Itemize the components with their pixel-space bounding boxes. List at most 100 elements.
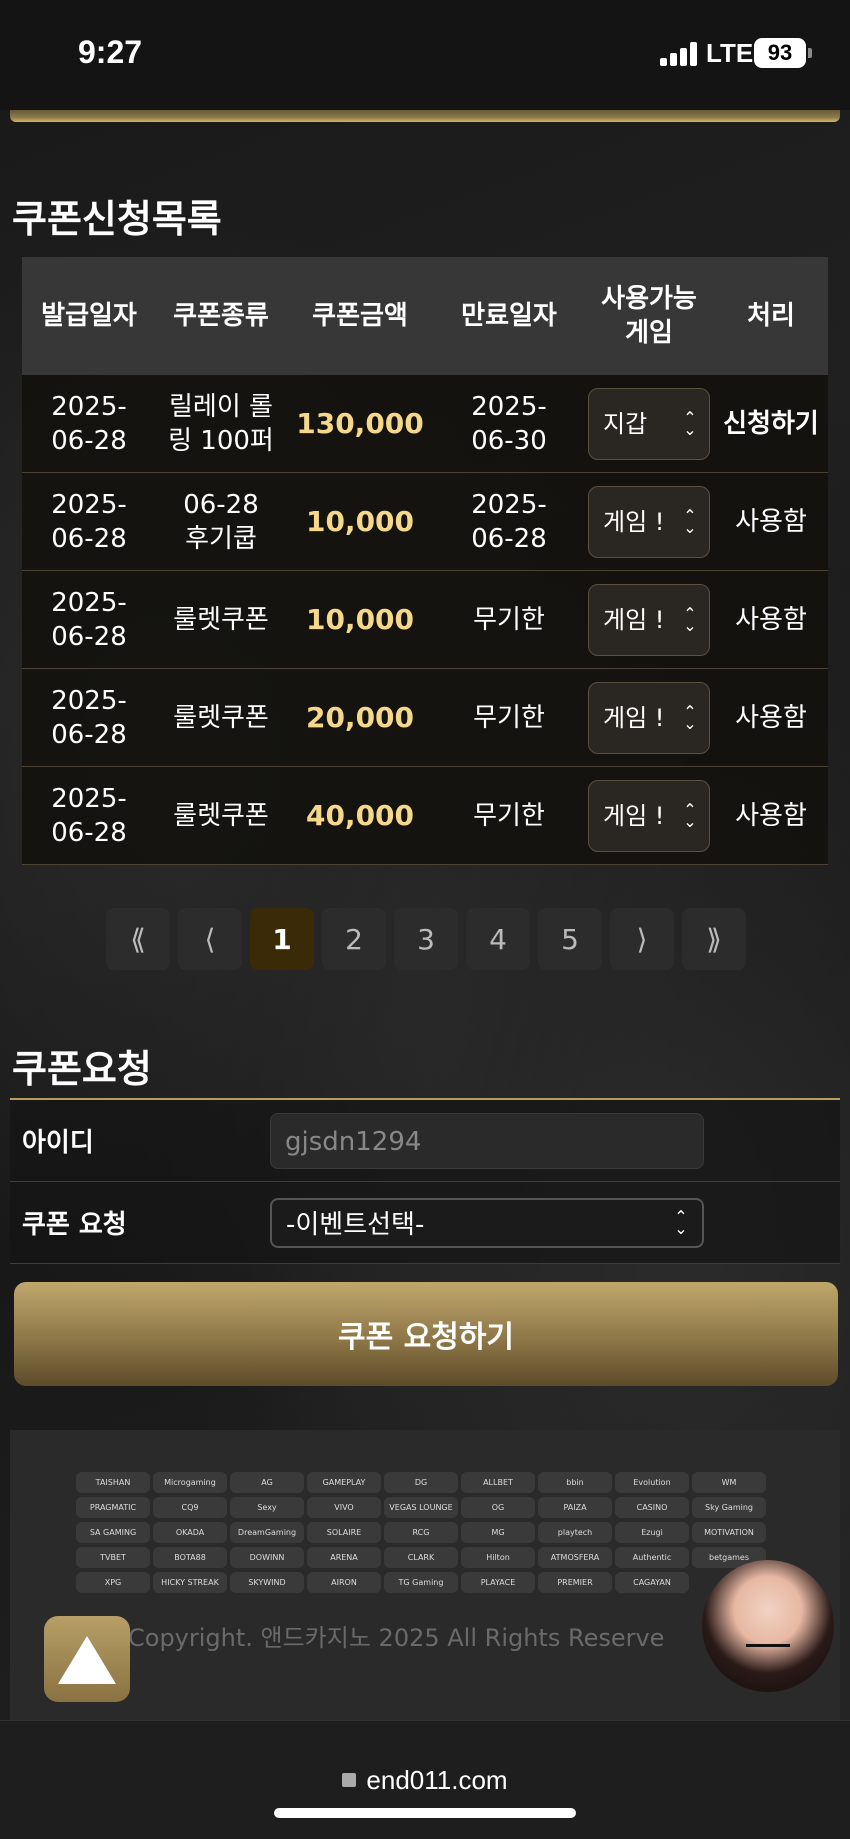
signal-icon [660,42,698,66]
pagination: ⟪ ⟨ 1 2 3 4 5 ⟩ ⟫ [106,908,746,970]
provider-logo: CLARK [384,1547,458,1568]
coupon-list-title: 쿠폰신청목록 [12,197,222,241]
cell-issued: 2025- 06-28 [51,489,127,554]
coupon-request-form: 아이디 gjsdn1294 쿠폰 요청 -이벤트선택- ⌃ ⌄ [10,1098,840,1264]
page-3-button[interactable]: 3 [394,908,458,970]
copyright-text: Copyright. 앤드카지노 2025 All Rights Reserve [128,1624,665,1652]
support-avatar[interactable] [702,1560,834,1692]
provider-logo: Sexy [230,1497,304,1518]
chevron-updown-icon: ⌃ ⌄ [683,603,697,635]
id-label: 아이디 [22,1128,94,1158]
scroll-top-button[interactable] [44,1616,130,1702]
header-issued: 발급일자 [41,301,137,331]
page-first-button[interactable]: ⟪ [106,908,170,970]
provider-logo: PRAGMATIC [76,1497,150,1518]
coupon-select-label: 쿠폰 요청 [22,1210,127,1240]
cell-amount: 10,000 [305,602,415,636]
provider-logos: TAISHAN Microgaming AG GAMEPLAY DG ALLBET bbin… [76,1472,766,1593]
provider-logo: CASINO [615,1497,689,1518]
provider-logo: DG [384,1472,458,1493]
page-last-button[interactable]: ⟫ [682,908,746,970]
coupon-request-button[interactable]: 쿠폰 요청하기 [14,1282,838,1386]
provider-logo: ALLBET [461,1472,535,1493]
game-select[interactable]: 지갑 ⌃ ⌄ [588,387,710,460]
cell-type: 06-28 후기쿱 [183,489,259,554]
game-select[interactable]: 게임 ! ⌃ ⌄ [588,779,710,852]
cell-type: 룰렛쿠폰 [173,702,269,733]
url-value: end011.com [366,1765,508,1795]
cell-expiry: 2025- 06-28 [471,489,547,554]
network-label: LTE [706,38,754,68]
cell-amount: 10,000 [305,504,415,538]
page-4-button[interactable]: 4 [466,908,530,970]
provider-logo: SOLAIRE [307,1522,381,1543]
header-expiry: 만료일자 [461,301,557,331]
game-select[interactable]: 게임 ! ⌃ ⌄ [588,583,710,656]
table-row: 2025- 06-28 룰렛쿠폰 20,000 무기한 게임 ! ⌃ ⌄ 사용함 [22,669,828,767]
provider-logo: OKADA [153,1522,227,1543]
table-row: 2025- 06-28 릴레이 롤 링 100퍼 130,000 2025- 06-3… [22,375,828,473]
footer: TAISHAN Microgaming AG GAMEPLAY DG ALLBET bbin… [10,1430,840,1720]
id-row: 아이디 gjsdn1294 [10,1100,840,1182]
cell-action: 사용함 [735,604,807,635]
coupon-table: 발급일자 쿠폰종류 쿠폰금액 만료일자 사용가능 게임 처리 2025- 06-… [22,257,828,865]
cell-amount: 130,000 [296,406,424,440]
provider-logo: bbin [538,1472,612,1493]
header-type: 쿠폰종류 [173,301,269,331]
status-bar: 9:27 LTE 93 [0,0,850,110]
provider-logo: DreamGaming [230,1522,304,1543]
page-2-button[interactable]: 2 [322,908,386,970]
provider-logo: PLAYACE [461,1572,535,1593]
cell-expiry: 무기한 [473,702,545,733]
provider-logo: TG Gaming [384,1572,458,1593]
cell-issued: 2025- 06-28 [51,783,127,848]
page-1-button[interactable]: 1 [250,908,314,970]
provider-logo: TVBET [76,1547,150,1568]
provider-logo: GAMEPLAY [307,1472,381,1493]
chevron-updown-icon: ⌃ ⌄ [683,505,697,537]
provider-logo: OG [461,1497,535,1518]
page-prev-button[interactable]: ⟨ [178,908,242,970]
chevron-updown-icon: ⌃ ⌄ [683,701,697,733]
game-select[interactable]: 게임 ! ⌃ ⌄ [588,485,710,558]
table-header: 발급일자 쿠폰종류 쿠폰금액 만료일자 사용가능 게임 처리 [22,257,828,375]
provider-logo: HICKY STREAK [153,1572,227,1593]
cell-issued: 2025- 06-28 [51,587,127,652]
provider-logo: DOWINN [230,1547,304,1568]
provider-logo: VEGAS LOUNGE [384,1497,458,1518]
coupon-request-title: 쿠폰요청 [12,1047,152,1091]
page-content: 쿠폰신청목록 발급일자 쿠폰종류 쿠폰금액 만료일자 사용가능 게임 처리 20… [0,110,850,1720]
header-action: 처리 [747,301,795,331]
cell-game: 지갑 ⌃ ⌄ [584,387,714,460]
provider-logo: AG [230,1472,304,1493]
provider-logo: VIVO [307,1497,381,1518]
cell-action: 사용함 [735,800,807,831]
cell-type: 룰렛쿠폰 [173,800,269,831]
cell-action[interactable]: 신청하기 [714,407,828,441]
provider-logo: SA GAMING [76,1522,150,1543]
cell-amount: 40,000 [305,798,415,832]
provider-logo: Ezugi [615,1522,689,1543]
cell-game: 게임 ! ⌃ ⌄ [584,779,714,852]
cell-amount: 20,000 [305,700,415,734]
game-select[interactable]: 게임 ! ⌃ ⌄ [588,681,710,754]
cell-type: 릴레이 롤 링 100퍼 [168,391,274,456]
provider-logo: Hilton [461,1547,535,1568]
battery-icon: 93 [754,38,812,68]
page-next-button[interactable]: ⟩ [610,908,674,970]
cell-expiry: 2025- 06-30 [471,391,547,456]
cell-game: 게임 ! ⌃ ⌄ [584,583,714,656]
table-row: 2025- 06-28 룰렛쿠폰 10,000 무기한 게임 ! ⌃ ⌄ 사용함 [22,571,828,669]
header-gold-strip [10,110,840,122]
header-game: 사용가능 게임 [601,284,697,348]
header-amount: 쿠폰금액 [312,301,408,331]
provider-logo: ARENA [307,1547,381,1568]
event-select[interactable]: -이벤트선택- ⌃ ⌄ [270,1197,704,1248]
id-field[interactable]: gjsdn1294 [270,1112,704,1169]
table-row: 2025- 06-28 06-28 후기쿱 10,000 2025- 06-28 게임 … [22,473,828,571]
provider-logo: WM [692,1472,766,1493]
provider-logo: AIRON [307,1572,381,1593]
page-5-button[interactable]: 5 [538,908,602,970]
browser-url-bar[interactable]: end011.com [0,1720,850,1839]
coupon-select-row: 쿠폰 요청 -이벤트선택- ⌃ ⌄ [10,1182,840,1264]
